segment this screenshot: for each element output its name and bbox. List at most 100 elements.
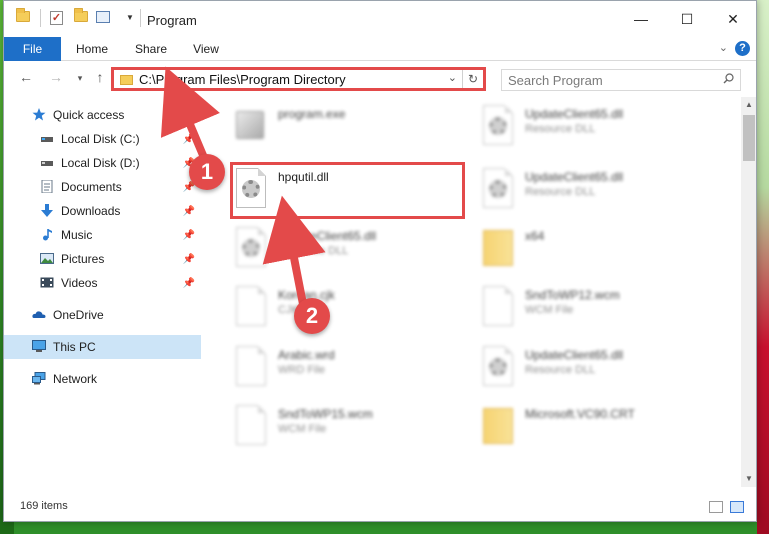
- address-bar[interactable]: C:\Program Files\Program Directory ⌄ ↻: [111, 67, 486, 91]
- file-type: WCM File: [278, 423, 327, 435]
- pin-icon[interactable]: 📌: [183, 272, 195, 296]
- properties-icon[interactable]: [96, 11, 110, 23]
- dll-icon: [236, 227, 268, 267]
- file-item[interactable]: UpdateClient65.dll Resource DLL: [477, 162, 717, 218]
- sidebar-item-videos[interactable]: Videos 📌: [4, 271, 201, 295]
- sidebar-item-local-disk-d[interactable]: Local Disk (D:) 📌: [4, 151, 201, 175]
- dll-icon: [483, 105, 515, 145]
- scroll-down-icon[interactable]: ▼: [741, 471, 756, 487]
- divider: [40, 9, 41, 27]
- expand-ribbon-icon[interactable]: ⌄: [719, 41, 728, 54]
- search-box[interactable]: [501, 69, 741, 91]
- customize-toolbar-icon[interactable]: ▼: [126, 13, 134, 22]
- tab-home[interactable]: Home: [66, 37, 118, 61]
- file-item[interactable]: Arabic.wrd WRD File: [230, 340, 470, 396]
- file-icon: [236, 405, 268, 445]
- step-2-callout: 2: [294, 298, 330, 334]
- sidebar-item-this-pc[interactable]: This PC: [4, 335, 201, 359]
- sidebar-item-network[interactable]: Network: [4, 367, 201, 391]
- sidebar-item-label: This PC: [53, 340, 96, 354]
- maximize-button[interactable]: ☐: [664, 1, 710, 37]
- file-name: program.exe: [278, 107, 346, 121]
- large-icons-view-icon[interactable]: [730, 501, 744, 513]
- scroll-up-icon[interactable]: ▲: [741, 97, 756, 113]
- sidebar-item-label: Videos: [61, 276, 98, 290]
- downloads-icon: [41, 204, 53, 217]
- sidebar-item-pictures[interactable]: Pictures 📌: [4, 247, 201, 271]
- scroll-thumb[interactable]: [743, 115, 755, 161]
- file-list: program.exe UpdateClient65.dll Resource …: [204, 97, 739, 487]
- file-item[interactable]: UpdateClient65.dll Resource DLL: [230, 221, 470, 277]
- recent-locations-icon[interactable]: ▾: [70, 73, 90, 84]
- help-icon[interactable]: ?: [735, 41, 750, 56]
- file-name: UpdateClient65.dll: [525, 170, 624, 184]
- status-bar: 169 items: [4, 497, 756, 521]
- pin-icon[interactable]: 📌: [183, 200, 195, 224]
- file-type: Resource DLL: [525, 123, 596, 135]
- pc-icon: [32, 340, 46, 352]
- tab-file[interactable]: File: [4, 37, 61, 61]
- dll-icon: [483, 346, 515, 386]
- navigation-bar: ← → ▾ ↑ C:\Program Files\Program Directo…: [4, 61, 756, 97]
- file-name: UpdateClient65.dll: [278, 229, 377, 243]
- sidebar-item-onedrive[interactable]: OneDrive: [4, 303, 201, 327]
- file-name: Microsoft.VC90.CRT: [525, 407, 635, 421]
- pin-icon[interactable]: 📌: [183, 128, 195, 152]
- forward-icon[interactable]: →: [46, 69, 66, 85]
- tab-share[interactable]: Share: [125, 37, 177, 61]
- pin-icon[interactable]: 📌: [183, 224, 195, 248]
- file-name: x64: [525, 229, 545, 243]
- file-item[interactable]: Microsoft.VC90.CRT: [477, 399, 717, 455]
- file-item[interactable]: program.exe: [230, 99, 470, 155]
- new-folder-icon[interactable]: [74, 8, 88, 22]
- tab-view[interactable]: View: [182, 37, 230, 61]
- properties-check-icon[interactable]: ✓: [50, 11, 63, 25]
- file-name: UpdateClient65.dll: [525, 107, 624, 121]
- vertical-scrollbar[interactable]: ▲ ▼: [741, 97, 756, 487]
- file-item[interactable]: UpdateClient65.dll Resource DLL: [477, 99, 717, 155]
- sidebar-item-downloads[interactable]: Downloads 📌: [4, 199, 201, 223]
- sidebar-item-quick-access[interactable]: Quick access: [4, 103, 201, 127]
- item-count: 169 items: [20, 500, 68, 512]
- folder-icon: [120, 75, 133, 85]
- refresh-icon[interactable]: ↻: [462, 70, 483, 88]
- chevron-down-icon[interactable]: ⌄: [448, 71, 457, 84]
- onedrive-icon: [32, 311, 46, 318]
- videos-icon: [40, 277, 54, 288]
- sidebar-item-music[interactable]: Music 📌: [4, 223, 201, 247]
- file-type: Resource DLL: [525, 186, 596, 198]
- sidebar-item-label: Music: [61, 228, 93, 242]
- sidebar-item-label: OneDrive: [53, 308, 104, 322]
- file-item[interactable]: Korean.cjk CJK File: [230, 280, 470, 336]
- navigation-pane: Quick access Local Disk (C:) 📌 Local Dis…: [4, 97, 201, 487]
- folder-icon: [16, 8, 30, 22]
- pin-icon[interactable]: 📌: [183, 248, 195, 272]
- details-view-icon[interactable]: [709, 501, 723, 513]
- back-icon[interactable]: ←: [16, 69, 36, 85]
- sidebar-item-local-disk-c[interactable]: Local Disk (C:) 📌: [4, 127, 201, 151]
- exe-icon: [236, 105, 268, 145]
- file-type: WCM File: [525, 304, 574, 316]
- step-1-callout: 1: [189, 154, 225, 190]
- file-type: WRD File: [278, 364, 326, 376]
- sidebar-item-label: Pictures: [61, 252, 105, 266]
- desktop-background-right: [757, 0, 769, 534]
- highlight-box: [230, 162, 465, 219]
- address-path: C:\Program Files\Program Directory: [139, 72, 346, 87]
- close-button[interactable]: ✕: [710, 1, 756, 37]
- search-input[interactable]: [502, 70, 702, 90]
- file-item[interactable]: SndToWP15.wcm WCM File: [230, 399, 470, 455]
- pictures-icon: [40, 253, 54, 264]
- file-item[interactable]: UpdateClient65.dll Resource DLL: [477, 340, 717, 396]
- minimize-button[interactable]: —: [618, 1, 664, 37]
- sidebar-item-label: Quick access: [53, 108, 125, 122]
- music-icon: [43, 229, 52, 241]
- divider: [140, 9, 141, 27]
- file-type: Resource DLL: [278, 245, 349, 257]
- up-icon[interactable]: ↑: [90, 69, 110, 85]
- file-item[interactable]: SndToWP12.wcm WCM File: [477, 280, 717, 336]
- star-icon: [32, 108, 46, 121]
- sidebar-item-label: Downloads: [61, 204, 121, 218]
- file-item[interactable]: x64: [477, 221, 717, 277]
- sidebar-item-documents[interactable]: Documents 📌: [4, 175, 201, 199]
